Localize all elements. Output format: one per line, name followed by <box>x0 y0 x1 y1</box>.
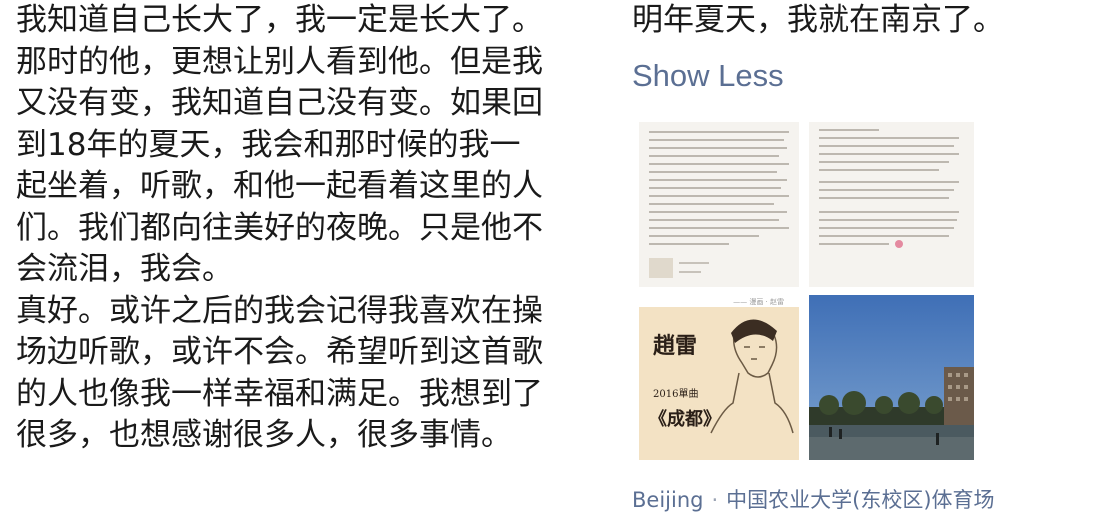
image-thumbnail-text-screenshot-1[interactable] <box>639 122 799 287</box>
post-continuation: 明年夏天，我就在南京了。 <box>632 2 1004 38</box>
image-thumbnail-poster[interactable]: —— 漫画 · 赵雷 趙雷 2016單曲 《成都》 <box>639 295 799 460</box>
poster-year: 2016單曲 <box>653 388 698 400</box>
location-city[interactable]: Beijing <box>632 488 703 512</box>
text-screenshot-graphic <box>809 122 974 287</box>
text-screenshot-graphic <box>639 122 799 287</box>
poster-title: 《成都》 <box>649 408 721 430</box>
poster-caption: —— 漫画 · 赵雷 <box>733 297 784 306</box>
poster-author: 趙雷 <box>653 333 697 359</box>
post-right-column: 明年夏天，我就在南京了。 Show Less —— 漫画 · 赵雷 趙雷 201… <box>632 0 1092 512</box>
poster-graphic: —— 漫画 · 赵雷 趙雷 2016單曲 《成都》 <box>639 295 799 460</box>
image-thumbnail-stadium-photo[interactable] <box>809 295 974 460</box>
show-less-link[interactable]: Show Less <box>632 58 1092 94</box>
post-paragraph-1: 我知道自己长大了，我一定是长大了。那时的他，更想让别人看到他。但是我又没有变，我… <box>16 2 543 287</box>
image-thumbnail-text-screenshot-2[interactable] <box>809 122 974 287</box>
post-paragraph-2: 真好。或许之后的我会记得我喜欢在操场边听歌，或许不会。希望听到这首歌的人也像我一… <box>16 292 543 454</box>
location-separator: · <box>711 488 719 512</box>
stadium-photo-graphic <box>809 295 974 460</box>
location-place[interactable]: 中国农业大学(东校区)体育场 <box>726 488 994 512</box>
post-body: 我知道自己长大了，我一定是长大了。那时的他，更想让别人看到他。但是我又没有变，我… <box>16 0 551 457</box>
location-tag[interactable]: Beijing · 中国农业大学(东校区)体育场 <box>632 484 995 514</box>
